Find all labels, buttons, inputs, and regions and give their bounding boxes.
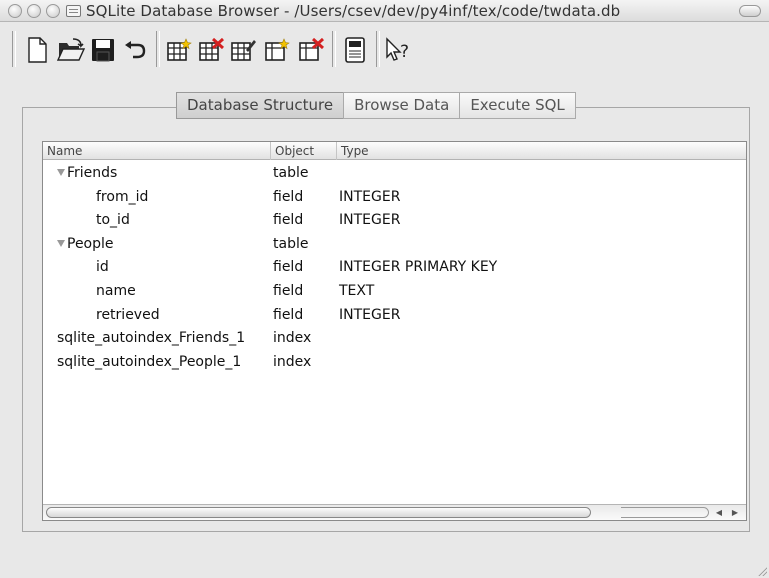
table-delete-icon	[199, 38, 224, 61]
open-folder-icon	[57, 38, 85, 61]
row-object: index	[273, 330, 312, 347]
column-header-name[interactable]: Name	[43, 142, 271, 160]
save-database-button[interactable]	[88, 35, 118, 65]
tree-row[interactable]: retrieved field INTEGER	[43, 304, 746, 328]
tree-row[interactable]: id field INTEGER PRIMARY KEY	[43, 256, 746, 280]
tab-execute-sql[interactable]: Execute SQL	[459, 92, 576, 119]
whats-this-icon: ?	[386, 37, 409, 62]
tree-row[interactable]: name field TEXT	[43, 280, 746, 304]
log-icon	[345, 37, 365, 63]
row-name: Friends	[67, 165, 118, 181]
toolbar-separator	[376, 31, 380, 67]
whats-this-button[interactable]: ?	[384, 35, 414, 65]
document-proxy-icon[interactable]	[66, 5, 81, 17]
toolbar-separator	[156, 31, 160, 67]
create-index-button[interactable]	[262, 35, 292, 65]
column-header-type[interactable]: Type	[337, 142, 637, 160]
zoom-window-button[interactable]	[46, 4, 60, 18]
index-delete-icon	[299, 38, 324, 61]
row-object: field	[273, 306, 304, 323]
svg-text:?: ?	[400, 42, 409, 62]
horizontal-scrollbar[interactable]: ◀ ▶	[43, 504, 746, 520]
row-name: id	[96, 259, 109, 276]
window-title: SQLite Database Browser - /Users/csev/de…	[86, 2, 621, 20]
row-object: field	[273, 259, 304, 276]
tree-header: Name Object Type	[43, 142, 746, 160]
main-toolbar: ?	[0, 23, 769, 75]
row-name: sqlite_autoindex_Friends_1	[57, 330, 246, 347]
database-structure-tree[interactable]: Name Object Type Friends table from_id f…	[42, 141, 747, 521]
open-database-button[interactable]	[56, 35, 86, 65]
row-object: field	[273, 282, 304, 299]
tree-row[interactable]: sqlite_autoindex_People_1 index	[43, 351, 746, 375]
table-add-icon	[167, 38, 192, 61]
row-type: INTEGER PRIMARY KEY	[339, 259, 498, 276]
scroll-left-arrow-icon[interactable]: ◀	[712, 506, 726, 519]
sql-log-button[interactable]	[340, 35, 370, 65]
title-bar: SQLite Database Browser - /Users/csev/de…	[0, 0, 769, 22]
scroll-right-arrow-icon[interactable]: ▶	[728, 506, 742, 519]
disclosure-triangle-icon[interactable]	[57, 239, 65, 247]
tree-row[interactable]: to_id field INTEGER	[43, 209, 746, 233]
resize-grip-icon[interactable]	[757, 566, 767, 576]
tab-database-structure[interactable]: Database Structure	[176, 92, 345, 119]
row-object: table	[273, 165, 309, 181]
tree-row[interactable]: People table	[43, 233, 746, 257]
row-object: table	[273, 235, 309, 252]
tree-row[interactable]: Friends table	[43, 162, 746, 186]
create-table-button[interactable]	[164, 35, 194, 65]
toolbar-separator	[12, 31, 16, 67]
tree-row[interactable]: sqlite_autoindex_Friends_1 index	[43, 327, 746, 351]
undo-arrow-icon	[125, 41, 146, 59]
new-document-icon	[28, 37, 47, 63]
delete-index-button[interactable]	[296, 35, 326, 65]
row-name: retrieved	[96, 306, 160, 323]
new-database-button[interactable]	[22, 35, 52, 65]
tree-row[interactable]: from_id field INTEGER	[43, 186, 746, 210]
row-name: People	[67, 235, 114, 252]
scrollbar-track-end	[621, 507, 709, 518]
tab-browse-data[interactable]: Browse Data	[343, 92, 461, 119]
close-window-button[interactable]	[8, 4, 22, 18]
column-header-object[interactable]: Object	[271, 142, 337, 160]
modify-table-button[interactable]	[228, 35, 258, 65]
row-type: INTEGER	[339, 306, 401, 323]
row-name: name	[96, 282, 136, 299]
row-type: INTEGER	[339, 212, 401, 229]
row-object: field	[273, 188, 304, 205]
undo-button[interactable]	[120, 35, 150, 65]
tree-rows: Friends table from_id field INTEGER to_i…	[43, 162, 746, 374]
table-edit-icon	[231, 40, 256, 61]
scrollbar-thumb[interactable]	[46, 507, 591, 518]
floppy-disk-icon	[92, 39, 114, 62]
row-object: index	[273, 353, 312, 370]
disclosure-triangle-icon[interactable]	[57, 169, 65, 176]
delete-table-button[interactable]	[196, 35, 226, 65]
row-object: field	[273, 212, 304, 229]
tab-bar: Database Structure Browse Data Execute S…	[176, 92, 576, 119]
row-name: to_id	[96, 212, 130, 229]
toolbar-toggle-button[interactable]	[739, 5, 761, 17]
row-type: TEXT	[339, 282, 375, 299]
row-name: from_id	[96, 188, 149, 205]
index-add-icon	[265, 38, 290, 61]
minimize-window-button[interactable]	[27, 4, 41, 18]
row-name: sqlite_autoindex_People_1	[57, 353, 242, 370]
row-type: INTEGER	[339, 188, 401, 205]
toolbar-separator	[332, 31, 336, 67]
